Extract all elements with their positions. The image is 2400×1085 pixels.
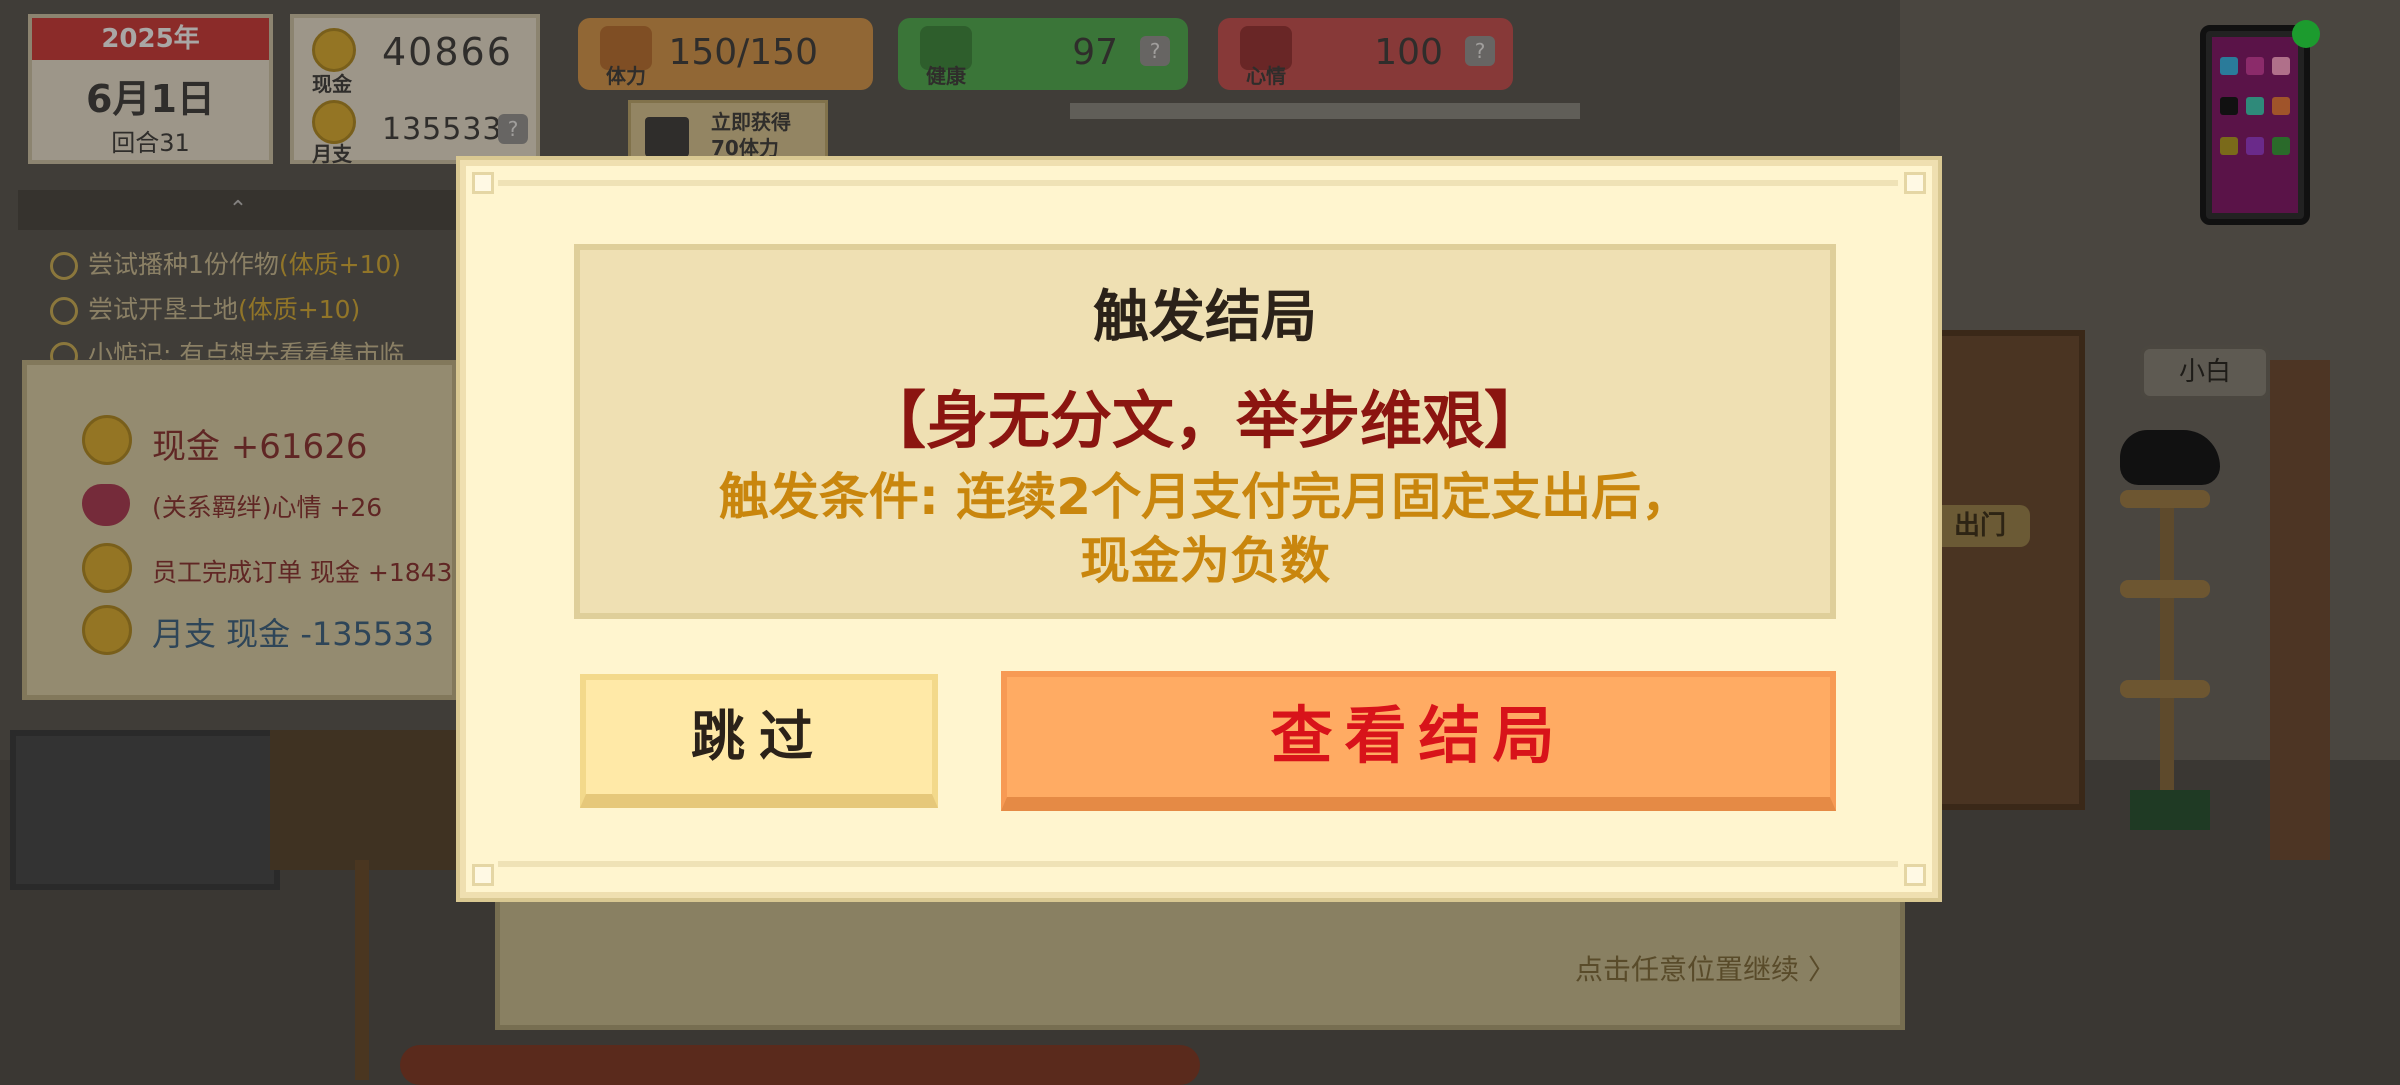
monthly-label: 月支: [312, 142, 352, 166]
task-text: 尝试开垦土地: [88, 295, 239, 324]
dialog-corner: [1904, 864, 1926, 886]
task-bonus: (体质+10): [238, 295, 361, 324]
dialog-corner: [472, 172, 494, 194]
cat-tree: [2120, 490, 2210, 830]
task-item[interactable]: 尝试播种1份作物(体质+10): [50, 245, 401, 281]
stamina-label: 体力: [606, 64, 646, 88]
mood-help-icon[interactable]: ?: [1465, 36, 1495, 66]
stamina-value: 150/150: [668, 32, 818, 73]
ending-info-box: 触发结局 【身无分文，举步维艰】 触发条件: 连续2个月支付完月固定支出后， 现…: [574, 244, 1836, 619]
year-label: 2025年: [32, 18, 269, 60]
tap-to-continue-hint[interactable]: 点击任意位置继续 〉: [1575, 948, 1836, 988]
dialog-corner: [472, 864, 494, 886]
dialog-bottom-border: [498, 861, 1898, 867]
mood-value: 100: [1374, 32, 1443, 73]
phone-menu-icon[interactable]: [2200, 25, 2310, 225]
task-item[interactable]: 尝试开垦土地(体质+10): [50, 290, 360, 326]
coin-icon: [82, 415, 132, 465]
monthly-value: 135533: [382, 112, 503, 147]
date-card: 2025年 6月1日 回合31: [28, 14, 273, 164]
task-bonus: (体质+10): [278, 250, 402, 279]
ad-button-label: 立即获得 70体力: [711, 110, 791, 160]
dialog-top-border: [498, 180, 1898, 186]
top-progress-bar: [1070, 103, 1580, 119]
task-checkbox-icon: [50, 252, 78, 280]
stamina-stat[interactable]: 体力 150/150: [578, 18, 873, 90]
cash-value: 40866: [382, 30, 513, 74]
income-row-text: 现金 +61626: [152, 427, 368, 467]
bed-furniture: [10, 730, 280, 890]
monthly-help-icon[interactable]: ?: [498, 114, 528, 144]
money-card: 现金 40866 月支 135533 ?: [290, 14, 540, 166]
task-checkbox-icon: [50, 297, 78, 325]
health-help-icon[interactable]: ?: [1140, 36, 1170, 66]
health-value: 97: [1072, 32, 1118, 73]
trigger-condition: 触发条件: 连续2个月支付完月固定支出后， 现金为负数: [630, 465, 1780, 593]
coin-icon: [82, 543, 132, 593]
ending-trigger-dialog: 触发结局 【身无分文，举步维艰】 触发条件: 连续2个月支付完月固定支出后， 现…: [460, 160, 1938, 898]
mood-label: 心情: [1246, 64, 1286, 88]
skip-button[interactable]: 跳过: [580, 674, 938, 808]
go-out-sign[interactable]: 出门: [1930, 505, 2030, 547]
income-summary-card: 现金 +61626 (关系羁绊)心情 +26 员工完成订单 现金 +1843 月…: [22, 360, 457, 700]
cat-sprite[interactable]: [2120, 430, 2220, 485]
dialog-title: 触发结局: [1093, 285, 1317, 350]
health-stat[interactable]: 健康 97 ?: [898, 18, 1188, 90]
income-row-text: (关系羁绊)心情 +26: [152, 493, 383, 522]
task-text: 尝试播种1份作物: [88, 250, 279, 279]
date-label: 6月1日: [86, 77, 215, 121]
income-row-text: 月支 现金 -135533: [152, 615, 435, 653]
dialog-corner: [1904, 172, 1926, 194]
room-door: [1930, 330, 2085, 810]
health-label: 健康: [926, 64, 966, 88]
view-ending-button[interactable]: 查看结局: [1001, 671, 1836, 811]
room-side-door: [2270, 360, 2330, 860]
mood-stat[interactable]: 心情 100 ?: [1218, 18, 1513, 90]
notification-dot-icon: [2292, 20, 2320, 48]
coin-icon: [82, 605, 132, 655]
trigger-condition-line: 触发条件: 连续2个月支付完月固定支出后，: [718, 468, 1692, 526]
trigger-condition-line: 现金为负数: [1080, 532, 1330, 590]
coat-rack: [355, 860, 369, 1080]
ending-name: 【身无分文，举步维艰】: [863, 384, 1546, 457]
tasks-collapse-toggle[interactable]: ⌃: [18, 190, 458, 230]
heart-icon: [82, 484, 130, 526]
round-label: 回合31: [111, 129, 190, 157]
rug: [400, 1045, 1200, 1085]
video-play-icon: [645, 117, 689, 157]
income-row-text: 员工完成订单 现金 +1843: [152, 558, 453, 587]
coin-icon: [312, 28, 356, 72]
cat-name-bubble: 小白: [2140, 345, 2270, 400]
desk-furniture: [270, 730, 490, 870]
cash-label: 现金: [312, 72, 352, 96]
